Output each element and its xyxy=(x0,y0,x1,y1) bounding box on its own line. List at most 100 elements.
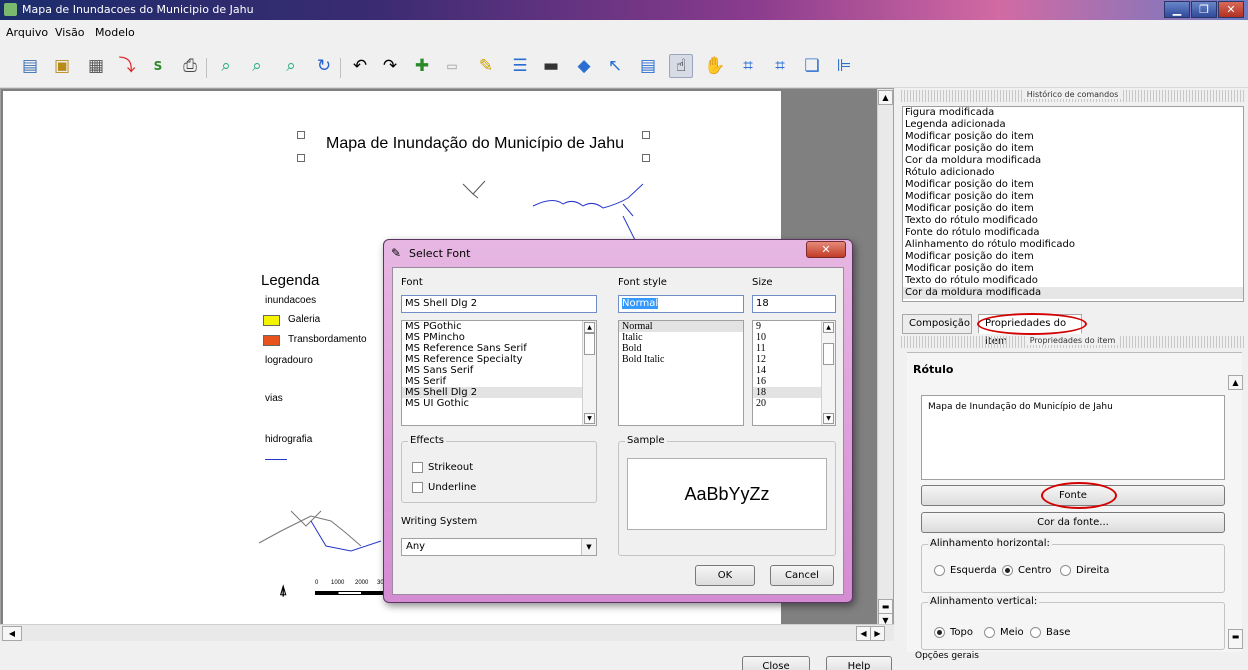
undo-icon[interactable]: ↶ xyxy=(348,54,372,78)
font-style-list-item[interactable]: Bold Italic xyxy=(619,354,743,365)
selection-handle[interactable] xyxy=(297,131,305,139)
redo-icon[interactable]: ↷ xyxy=(378,54,402,78)
history-item[interactable]: Modificar posição do item xyxy=(903,251,1243,263)
font-color-button[interactable]: Cor da fonte... xyxy=(921,512,1225,533)
add-arrow-icon[interactable]: ↖ xyxy=(603,54,627,78)
add-map-icon[interactable]: ✚ xyxy=(410,54,434,78)
font-size-field[interactable]: 18 xyxy=(752,295,836,313)
svg-icon[interactable]: S xyxy=(146,54,170,78)
effects-group: Effects Strikeout Underline xyxy=(401,435,597,503)
maximize-button[interactable]: ❐ xyxy=(1191,1,1217,18)
history-item[interactable]: Figura modificada xyxy=(903,107,1243,119)
history-item[interactable]: Fonte do rótulo modificada xyxy=(903,227,1243,239)
font-list[interactable]: MS PGothic MS PMincho MS Reference Sans Se… xyxy=(401,320,597,426)
label-text-editor[interactable]: Mapa de Inundação do Município de Jahu xyxy=(921,395,1225,480)
move-content-icon[interactable]: ✋ xyxy=(703,54,727,78)
add-label-icon[interactable]: ✎ xyxy=(474,54,498,78)
add-shape-icon[interactable]: ◆ xyxy=(572,54,596,78)
zoom-in-icon[interactable]: ⌕ xyxy=(245,54,269,78)
canvas-vertical-scrollbar[interactable]: ▲ ▬ ▼ xyxy=(877,89,893,640)
selection-handle[interactable] xyxy=(297,154,305,162)
history-item[interactable]: Modificar posição do item xyxy=(903,191,1243,203)
font-style-list-item[interactable]: Bold xyxy=(619,343,743,354)
writing-system-select[interactable]: Any ▼ xyxy=(401,538,597,556)
pdf-icon[interactable]: ⤵ xyxy=(115,54,139,78)
add-image-icon[interactable]: ▭ xyxy=(440,54,464,78)
zoom-out-icon[interactable]: ⌕ xyxy=(279,54,303,78)
font-style-list-item[interactable]: Normal xyxy=(619,321,743,332)
font-list-item[interactable]: MS Shell Dlg 2 xyxy=(402,387,596,398)
font-list-item[interactable]: MS PMincho xyxy=(402,332,596,343)
command-history-list[interactable]: Figura modificada Legenda adicionada Modif… xyxy=(902,106,1244,302)
font-list-item[interactable]: MS PGothic xyxy=(402,321,596,332)
general-options-label[interactable]: Opções gerais xyxy=(915,651,979,661)
menu-visao[interactable]: Visão xyxy=(55,26,85,39)
history-item[interactable]: Modificar posição do item xyxy=(903,143,1243,155)
menu-modelo[interactable]: Modelo xyxy=(95,26,135,39)
align-icon[interactable]: ⊫ xyxy=(832,54,856,78)
font-list-item[interactable]: MS Reference Specialty xyxy=(402,354,596,365)
window-close-button[interactable]: ✕ xyxy=(1218,1,1244,18)
history-item[interactable]: Rótulo adicionado xyxy=(903,167,1243,179)
panel-scroll-thumb[interactable]: ▬ xyxy=(1228,629,1243,649)
select-move-icon[interactable]: ☝ xyxy=(669,54,693,78)
save-template-icon[interactable]: ▦ xyxy=(84,54,108,78)
select-font-dialog[interactable]: ✎ Select Font ✕ Font MS Shell Dlg 2 Font… xyxy=(383,239,853,603)
window-title-bar[interactable]: Mapa de Inundacoes do Municipio de Jahu … xyxy=(0,0,1248,20)
font-style-list[interactable]: NormalItalicBoldBold Italic▲▼ xyxy=(618,320,744,426)
history-item[interactable]: Texto do rótulo modificado xyxy=(903,275,1243,287)
cancel-button[interactable]: Cancel xyxy=(770,565,834,586)
open-folder-icon[interactable]: ▤ xyxy=(18,54,42,78)
refresh-icon[interactable]: ↻ xyxy=(312,54,336,78)
valign-base-radio[interactable] xyxy=(1030,627,1041,638)
font-list-item[interactable]: MS Serif xyxy=(402,376,596,387)
halign-direita-radio[interactable] xyxy=(1060,565,1071,576)
selection-handle[interactable] xyxy=(642,154,650,162)
history-item[interactable]: Modificar posição do item xyxy=(903,131,1243,143)
font-size-list[interactable]: 9 10 11 12 14 16 18 20 ▲ ▼ xyxy=(752,320,836,426)
dialog-close-button[interactable]: ✕ xyxy=(806,241,846,258)
minimize-button[interactable]: ▁ xyxy=(1164,1,1190,18)
zoom-full-icon[interactable]: ⌕ xyxy=(214,54,238,78)
help-button[interactable]: Help xyxy=(826,656,892,670)
canvas-horizontal-scrollbar[interactable]: ◀ ◀ ▶ xyxy=(0,624,894,641)
close-button[interactable]: Close xyxy=(742,656,810,670)
history-item[interactable]: Modificar posição do item xyxy=(903,263,1243,275)
valign-topo-radio[interactable] xyxy=(934,627,945,638)
ungroup-icon[interactable]: ⌗ xyxy=(768,54,792,78)
font-style-list-item[interactable]: Italic xyxy=(619,332,743,343)
valign-meio-radio[interactable] xyxy=(984,627,995,638)
history-item[interactable]: Cor da moldura modificada xyxy=(903,287,1243,299)
history-item[interactable]: Texto do rótulo modificado xyxy=(903,215,1243,227)
strikeout-checkbox[interactable] xyxy=(412,462,423,473)
font-list-item[interactable]: MS Sans Serif xyxy=(402,365,596,376)
history-item[interactable]: Alinhamento do rótulo modificado xyxy=(903,239,1243,251)
history-item[interactable]: Modificar posição do item xyxy=(903,179,1243,191)
selection-handle[interactable] xyxy=(642,131,650,139)
tab-composicao[interactable]: Composição xyxy=(902,314,972,334)
list-scrollbar[interactable]: ▲ ▼ xyxy=(582,321,596,425)
halign-centro-radio[interactable] xyxy=(1002,565,1013,576)
history-item[interactable]: Legenda adicionada xyxy=(903,119,1243,131)
underline-checkbox[interactable] xyxy=(412,482,423,493)
panel-scroll-up[interactable]: ▲ xyxy=(1228,375,1243,390)
add-scalebar-icon[interactable]: ▬ xyxy=(539,54,563,78)
map-title-label[interactable]: Mapa de Inundação do Município de Jahu xyxy=(326,135,624,153)
font-style-field[interactable]: Normal xyxy=(618,295,744,313)
font-name-field[interactable]: MS Shell Dlg 2 xyxy=(401,295,597,313)
font-list-item[interactable]: MS Reference Sans Serif xyxy=(402,343,596,354)
add-legend-icon[interactable]: ☰ xyxy=(508,54,532,78)
raise-icon[interactable]: ❏ xyxy=(800,54,824,78)
group-icon[interactable]: ⌗ xyxy=(736,54,760,78)
list-scrollbar[interactable]: ▲ ▼ xyxy=(821,321,835,425)
history-item[interactable]: Cor da moldura modificada xyxy=(903,155,1243,167)
halign-esquerda-radio[interactable] xyxy=(934,565,945,576)
history-item[interactable]: Modificar posição do item xyxy=(903,203,1243,215)
font-list-item[interactable]: MS UI Gothic xyxy=(402,398,596,409)
ok-button[interactable]: OK xyxy=(695,565,755,586)
sample-group: Sample AaBbYyZz xyxy=(618,435,836,556)
add-table-icon[interactable]: ▤ xyxy=(636,54,660,78)
print-icon[interactable]: ⎙ xyxy=(178,54,202,78)
menu-arquivo[interactable]: Arquivo xyxy=(6,26,48,39)
save-icon[interactable]: ▣ xyxy=(50,54,74,78)
